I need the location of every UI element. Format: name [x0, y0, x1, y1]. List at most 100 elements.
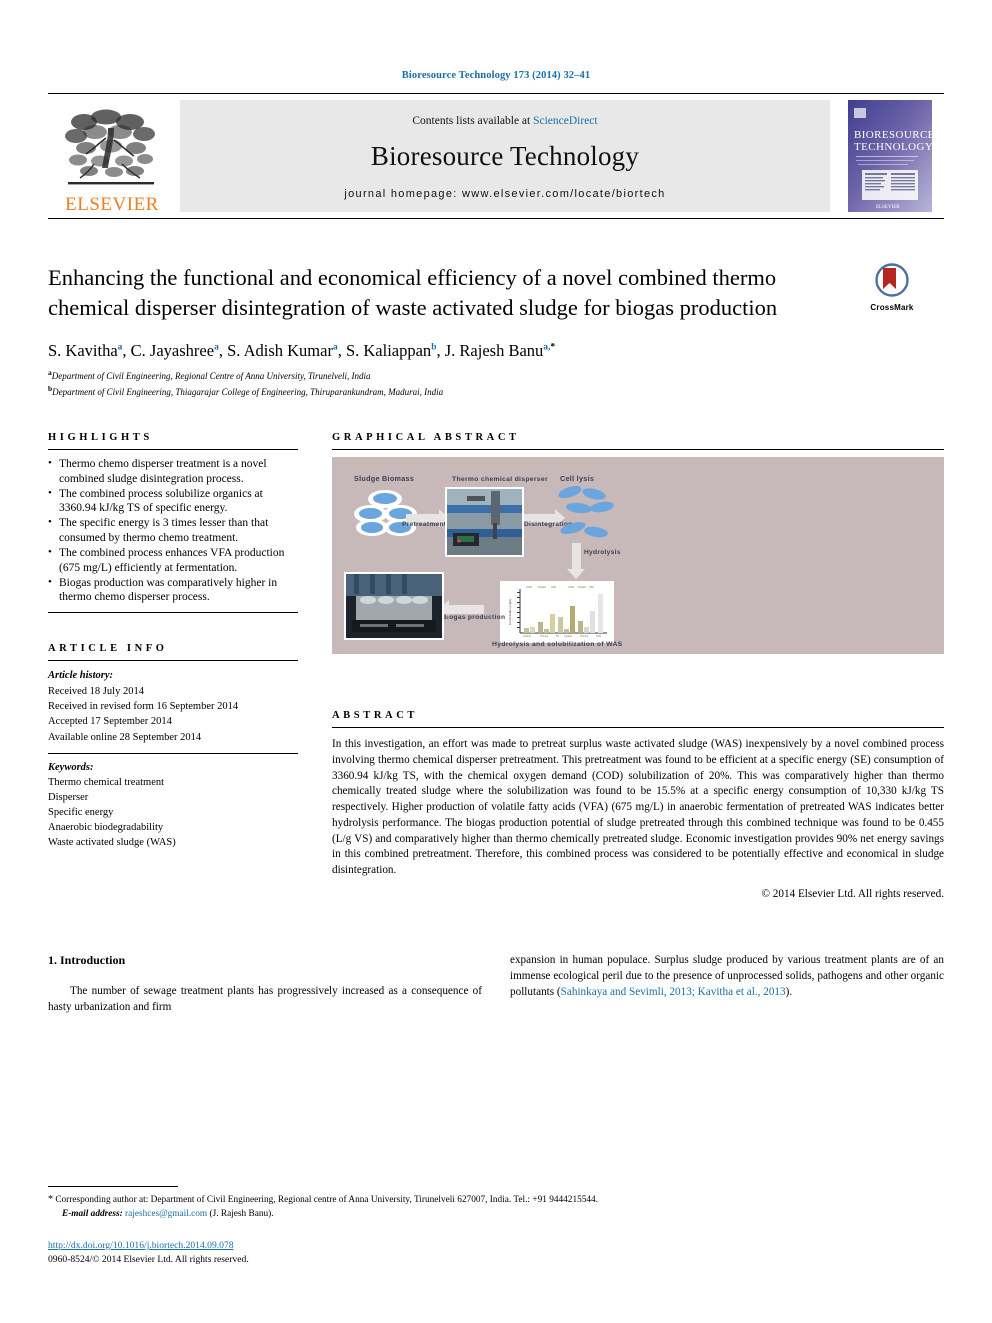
hydrolysis-chart: COD Protein VFA COD Protein VFA Control Therm…: [500, 580, 614, 643]
abstract-copyright: © 2014 Elsevier Ltd. All rights reserved…: [761, 887, 945, 900]
email-link[interactable]: rajeshces@gmail.com: [125, 1209, 207, 1219]
ga-label-hydrolysis: Hydrolysis: [584, 548, 621, 556]
author-item: C. Jayashreea: [131, 341, 219, 360]
email-line: E-mail address: rajeshces@gmail.com (J. …: [48, 1208, 944, 1222]
list-item: Thermo chemo disperser treatment is a no…: [48, 456, 298, 487]
list-item: The combined process enhances VFA produc…: [48, 545, 298, 576]
divider: [332, 448, 944, 450]
author-list: S. Kavithaa, C. Jayashreea, S. Adish Kum…: [48, 341, 944, 361]
keyword-item: Disperser: [48, 792, 89, 804]
keyword-item: Waste activated sludge (WAS): [48, 836, 176, 848]
author-item: S. Kavithaa: [48, 341, 122, 360]
journal-masthead: ELSEVIER Contents lists available at Sci…: [48, 93, 944, 219]
crossmark-badge[interactable]: CrossMark: [840, 263, 944, 312]
journal-cover-image: BIORESOURCE TECHNOLOGY ELSEVIER: [848, 100, 935, 212]
biogas-reactor-photo-image: [346, 573, 442, 638]
list-item: The combined process solubilize organics…: [48, 486, 298, 517]
journal-title: Bioresource Technology: [370, 140, 640, 171]
svg-text:COD: COD: [568, 585, 574, 589]
affiliation-text: Department of Civil Engineering, Regiona…: [51, 370, 371, 381]
author-item: S. Kaliappanb: [346, 341, 437, 360]
crossmark-label: CrossMark: [870, 303, 914, 312]
keyword-item: Thermo chemical treatment: [48, 777, 165, 789]
author-separator: ,: [122, 340, 131, 360]
sciencedirect-link[interactable]: ScienceDirect: [533, 115, 598, 127]
ga-label-biogas-production: Biogas production: [442, 613, 506, 621]
author-name: S. Kaliappan: [345, 340, 432, 360]
intro-paragraph-col2: expansion in human populace. Surplus slu…: [510, 952, 944, 1000]
author-separator: ,: [436, 340, 445, 360]
svg-text:Thermo: Thermo: [540, 635, 549, 638]
cell-blob: [361, 521, 383, 533]
author-item: S. Adish Kumara: [227, 341, 338, 360]
section-title-introduction: 1. Introduction: [48, 952, 126, 967]
affiliation-text: Department of Civil Engineering, Thiagar…: [52, 386, 444, 397]
journal-cover-thumbnail: BIORESOURCE TECHNOLOGY ELSEVIER: [836, 94, 944, 218]
left-column: HIGHLIGHTS Thermo chemo disperser treatm…: [48, 432, 298, 900]
title-block: Enhancing the functional and economical …: [48, 263, 944, 323]
svg-text:Control: Control: [523, 635, 531, 638]
affiliation-a: aDepartment of Civil Engineering, Region…: [48, 368, 944, 383]
hydrolysis-chart-image: COD Protein VFA COD Protein VFA Control Therm…: [502, 582, 612, 641]
corresponding-author-text: Corresponding author at: Department of C…: [55, 1195, 599, 1206]
highlights-list: Thermo chemo disperser treatment is a no…: [48, 450, 298, 612]
intro-paragraph-col1: The number of sewage treatment plants ha…: [48, 985, 482, 1014]
elsevier-wordmark: ELSEVIER: [65, 194, 159, 215]
svg-text:Thermo: Thermo: [580, 635, 589, 638]
article-info-heading: ARTICLE INFO: [48, 643, 168, 655]
svg-text:VFA: VFA: [551, 585, 556, 589]
article-history-block: Article history: Received 18 July 2014 R…: [48, 661, 298, 753]
svg-text:Protein: Protein: [578, 585, 587, 589]
elsevier-logo: ELSEVIER: [48, 94, 176, 218]
author-name: J. Rajesh Banu: [444, 340, 544, 360]
ga-label-chart-caption: Hydrolysis and solubilization of WAS: [492, 640, 623, 648]
biogas-reactor-photo: [344, 571, 444, 640]
right-column: GRAPHICAL ABSTRACT Sludge Biomass Pretre…: [332, 432, 944, 900]
svg-text:ELSEVIER: ELSEVIER: [876, 205, 900, 210]
journal-homepage-line[interactable]: journal homepage: www.elsevier.com/locat…: [344, 188, 665, 200]
svg-text:Control: Control: [564, 635, 572, 638]
info-region: HIGHLIGHTS Thermo chemo disperser treatm…: [48, 432, 944, 900]
history-item: Available online 28 September 2014: [48, 731, 202, 743]
email-suffix: (J. Rajesh Banu).: [209, 1209, 274, 1220]
elsevier-tree-icon: [65, 109, 155, 185]
citation-link[interactable]: Sahinkaya and Sevimli, 2013; Kavitha et …: [561, 986, 786, 998]
keyword-item: Anaerobic biodegradability: [48, 821, 164, 833]
ga-label-cell-lysis: Cell lysis: [560, 473, 595, 483]
svg-text:TECHNOLOGY: TECHNOLOGY: [854, 141, 933, 153]
graphical-abstract-heading: GRAPHICAL ABSTRACT: [332, 431, 520, 443]
keywords-label: Keywords:: [48, 762, 94, 774]
contents-available-line: Contents lists available at ScienceDirec…: [412, 115, 597, 127]
author-item: J. Rajesh Banua,*: [445, 341, 555, 360]
ga-label-thermo-chemical-disperser: Thermo chemical disperser: [452, 475, 548, 483]
svg-text:Concentration (mg/L): Concentration (mg/L): [508, 599, 512, 625]
disperser-photo: [445, 486, 524, 557]
list-item: The specific energy is 3 times lesser th…: [48, 515, 298, 546]
highlights-heading: HIGHLIGHTS: [48, 431, 153, 443]
author-name: S. Adish Kumar: [227, 340, 333, 360]
email-label: E-mail address:: [62, 1209, 123, 1220]
corresponding-author-note: * Corresponding author at: Department of…: [48, 1192, 944, 1222]
arrow-biogas-production: [439, 599, 484, 618]
divider: [48, 612, 298, 614]
author-separator: ,: [337, 340, 346, 360]
intro-text-post: ).: [785, 986, 793, 998]
footnote-marker: *: [48, 1194, 53, 1206]
lysed-cell: [565, 501, 593, 515]
disperser-photo-image: [447, 488, 522, 555]
doi-block: http://dx.doi.org/10.1016/j.biortech.201…: [48, 1239, 944, 1267]
keywords-block: Keywords: Thermo chemical treatment Disp…: [48, 754, 298, 850]
lysed-cell: [581, 486, 607, 502]
ga-label-sludge-biomass: Sludge Biomass: [354, 473, 415, 483]
corresponding-author-marker: *: [550, 342, 556, 353]
author-name: C. Jayashree: [130, 340, 215, 360]
doi-link[interactable]: http://dx.doi.org/10.1016/j.biortech.201…: [48, 1239, 944, 1253]
svg-text:TCD: TCD: [596, 635, 601, 638]
svg-text:TC: TC: [556, 635, 559, 638]
history-item: Received in revised form 16 September 20…: [48, 701, 239, 713]
cell-blob: [373, 492, 397, 504]
svg-text:BIORESOURCE: BIORESOURCE: [854, 129, 935, 141]
footnote-divider: [48, 1186, 178, 1188]
issn-copyright-line: 0960-8524/© 2014 Elsevier Ltd. All right…: [48, 1254, 249, 1266]
lysed-cell: [583, 524, 609, 539]
